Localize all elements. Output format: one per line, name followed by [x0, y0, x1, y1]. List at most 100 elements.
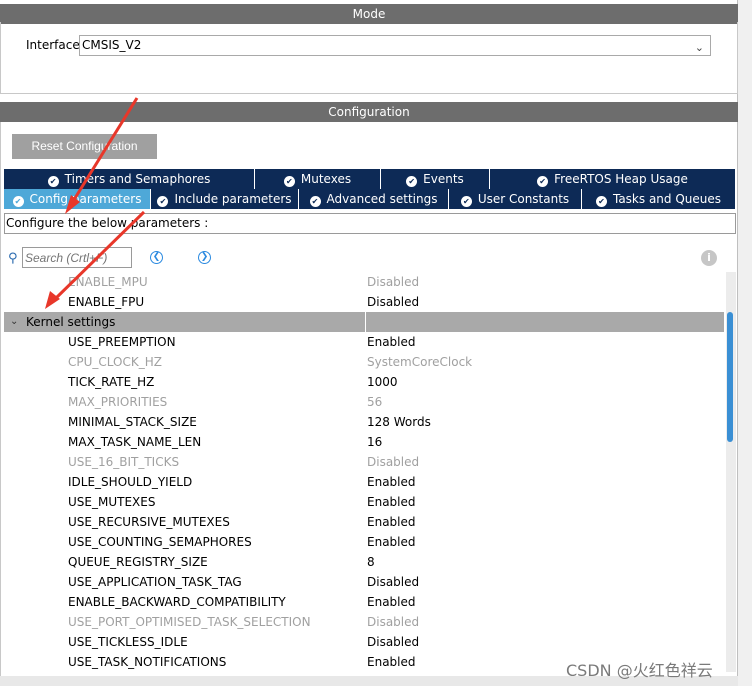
- tab-config-parameters[interactable]: ✔ Config parameters: [4, 189, 151, 209]
- group-label: Kernel settings: [26, 315, 116, 329]
- param-name: USE_COUNTING_SEMAPHORES: [68, 535, 252, 549]
- param-name: QUEUE_REGISTRY_SIZE: [68, 555, 208, 569]
- param-name: USE_MUTEXES: [68, 495, 156, 509]
- param-name: USE_PORT_OPTIMISED_TASK_SELECTION: [68, 615, 311, 629]
- check-circle-icon: ✔: [309, 196, 321, 207]
- chevron-right-icon[interactable]: ❯: [198, 251, 211, 264]
- tab-label: Mutexes: [300, 172, 352, 186]
- param-row[interactable]: USE_16_BIT_TICKS Disabled: [4, 452, 724, 472]
- param-row[interactable]: MINIMAL_STACK_SIZE 128 Words: [4, 412, 724, 432]
- param-row[interactable]: USE_MUTEXES Enabled: [4, 492, 724, 512]
- param-row[interactable]: IDLE_SHOULD_YIELD Enabled: [4, 472, 724, 492]
- tab-label: FreeRTOS Heap Usage: [554, 172, 688, 186]
- tab-timers-semaphores[interactable]: ✔ Timers and Semaphores: [4, 169, 255, 189]
- side-gutter: [738, 0, 752, 686]
- param-value: Enabled: [367, 335, 416, 349]
- param-row[interactable]: TICK_RATE_HZ 1000: [4, 372, 724, 392]
- mode-panel: [0, 22, 738, 94]
- param-name: IDLE_SHOULD_YIELD: [68, 475, 193, 489]
- param-name: ENABLE_BACKWARD_COMPATIBILITY: [68, 595, 286, 609]
- param-row[interactable]: MAX_TASK_NAME_LEN 16: [4, 432, 724, 452]
- param-row[interactable]: ENABLE_BACKWARD_COMPATIBILITY Enabled: [4, 592, 724, 612]
- tab-freertos-heap-usage[interactable]: ✔ FreeRTOS Heap Usage: [490, 169, 736, 189]
- param-name: CPU_CLOCK_HZ: [68, 355, 162, 369]
- param-name: USE_TASK_NOTIFICATIONS: [68, 655, 227, 669]
- scrollbar-thumb[interactable]: [727, 312, 733, 442]
- vertical-scrollbar[interactable]: [726, 272, 736, 672]
- check-circle-icon: ✔: [157, 196, 169, 207]
- tab-row-1: ✔ Timers and Semaphores ✔ Mutexes ✔ Events …: [4, 169, 736, 189]
- info-icon[interactable]: i: [701, 250, 717, 266]
- check-circle-icon: ✔: [595, 196, 607, 207]
- param-name: USE_PREEMPTION: [68, 335, 176, 349]
- interface-label: Interface: [26, 38, 80, 52]
- configuration-header: Configuration: [0, 102, 738, 122]
- check-circle-icon: ✔: [12, 196, 24, 207]
- param-value: 128 Words: [367, 415, 431, 429]
- check-circle-icon: ✔: [283, 176, 295, 187]
- param-value: Enabled: [367, 655, 416, 669]
- chevron-left-icon[interactable]: ❮: [150, 251, 163, 264]
- tab-label: Advanced settings: [326, 192, 438, 206]
- param-row[interactable]: ENABLE_MPU Disabled: [4, 272, 724, 292]
- tab-row-2: ✔ Config parameters ✔ Include parameters ✔…: [4, 189, 736, 209]
- tab-tasks-and-queues[interactable]: ✔ Tasks and Queues: [582, 189, 736, 209]
- tab-include-parameters[interactable]: ✔ Include parameters: [151, 189, 299, 209]
- param-name: USE_APPLICATION_TASK_TAG: [68, 575, 242, 589]
- tab-label: Config parameters: [29, 192, 142, 206]
- param-value: Disabled: [367, 635, 420, 649]
- param-value: 56: [367, 395, 383, 409]
- param-value: Disabled: [367, 275, 420, 289]
- parameters-hint: Configure the below parameters :: [4, 213, 736, 234]
- check-circle-icon: ✔: [537, 176, 549, 187]
- param-value: Disabled: [367, 575, 420, 589]
- tab-user-constants[interactable]: ✔ User Constants: [449, 189, 582, 209]
- check-circle-icon: ✔: [460, 196, 472, 207]
- tab-label: Include parameters: [174, 192, 292, 206]
- param-value: Enabled: [367, 595, 416, 609]
- param-row[interactable]: USE_COUNTING_SEMAPHORES Enabled: [4, 532, 724, 552]
- param-row[interactable]: CPU_CLOCK_HZ SystemCoreClock: [4, 352, 724, 372]
- tab-advanced-settings[interactable]: ✔ Advanced settings: [299, 189, 449, 209]
- param-name: ENABLE_FPU: [68, 295, 145, 309]
- param-value: 8: [367, 555, 375, 569]
- param-name: USE_16_BIT_TICKS: [68, 455, 180, 469]
- param-value: Disabled: [367, 455, 420, 469]
- tab-label: Tasks and Queues: [612, 192, 722, 206]
- param-value: 1000: [367, 375, 398, 389]
- param-value: Disabled: [367, 615, 420, 629]
- tab-mutexes[interactable]: ✔ Mutexes: [255, 169, 381, 189]
- param-name: TICK_RATE_HZ: [68, 375, 155, 389]
- param-name: MAX_TASK_NAME_LEN: [68, 435, 202, 449]
- param-row[interactable]: USE_PREEMPTION Enabled: [4, 332, 724, 352]
- param-value: Enabled: [367, 475, 416, 489]
- chevron-down-icon[interactable]: ⌄: [10, 312, 18, 332]
- param-value: Disabled: [367, 295, 420, 309]
- param-row[interactable]: USE_PORT_OPTIMISED_TASK_SELECTION Disable…: [4, 612, 724, 632]
- watermark: CSDN @火红色祥云: [566, 661, 713, 680]
- param-row[interactable]: QUEUE_REGISTRY_SIZE 8: [4, 552, 724, 572]
- chevron-down-icon: ⌄: [694, 41, 704, 54]
- column-divider: [365, 312, 366, 332]
- check-circle-icon: ✔: [406, 176, 418, 187]
- search-icon[interactable]: ⚲: [8, 251, 18, 266]
- reset-configuration-button[interactable]: Reset Configuration: [12, 134, 157, 159]
- param-row[interactable]: ENABLE_FPU Disabled: [4, 292, 724, 312]
- param-value: SystemCoreClock: [367, 355, 473, 369]
- parameter-list: ENABLE_MPU Disabled ENABLE_FPU Disabled …: [4, 272, 726, 672]
- search-input[interactable]: [22, 247, 132, 268]
- param-row[interactable]: USE_RECURSIVE_MUTEXES Enabled: [4, 512, 724, 532]
- param-row[interactable]: USE_APPLICATION_TASK_TAG Disabled: [4, 572, 724, 592]
- param-row[interactable]: USE_TICKLESS_IDLE Disabled: [4, 632, 724, 652]
- param-value: Enabled: [367, 515, 416, 529]
- param-value: 16: [367, 435, 383, 449]
- param-value: Enabled: [367, 535, 416, 549]
- param-row[interactable]: MAX_PRIORITIES 56: [4, 392, 724, 412]
- group-kernel-settings[interactable]: ⌄ Kernel settings: [4, 312, 724, 332]
- param-name: ENABLE_MPU: [68, 275, 148, 289]
- interface-select[interactable]: CMSIS_V2 ⌄: [79, 35, 711, 56]
- mode-header: Mode: [0, 4, 738, 24]
- check-circle-icon: ✔: [47, 176, 59, 187]
- tab-events[interactable]: ✔ Events: [381, 169, 490, 189]
- param-name: USE_RECURSIVE_MUTEXES: [68, 515, 230, 529]
